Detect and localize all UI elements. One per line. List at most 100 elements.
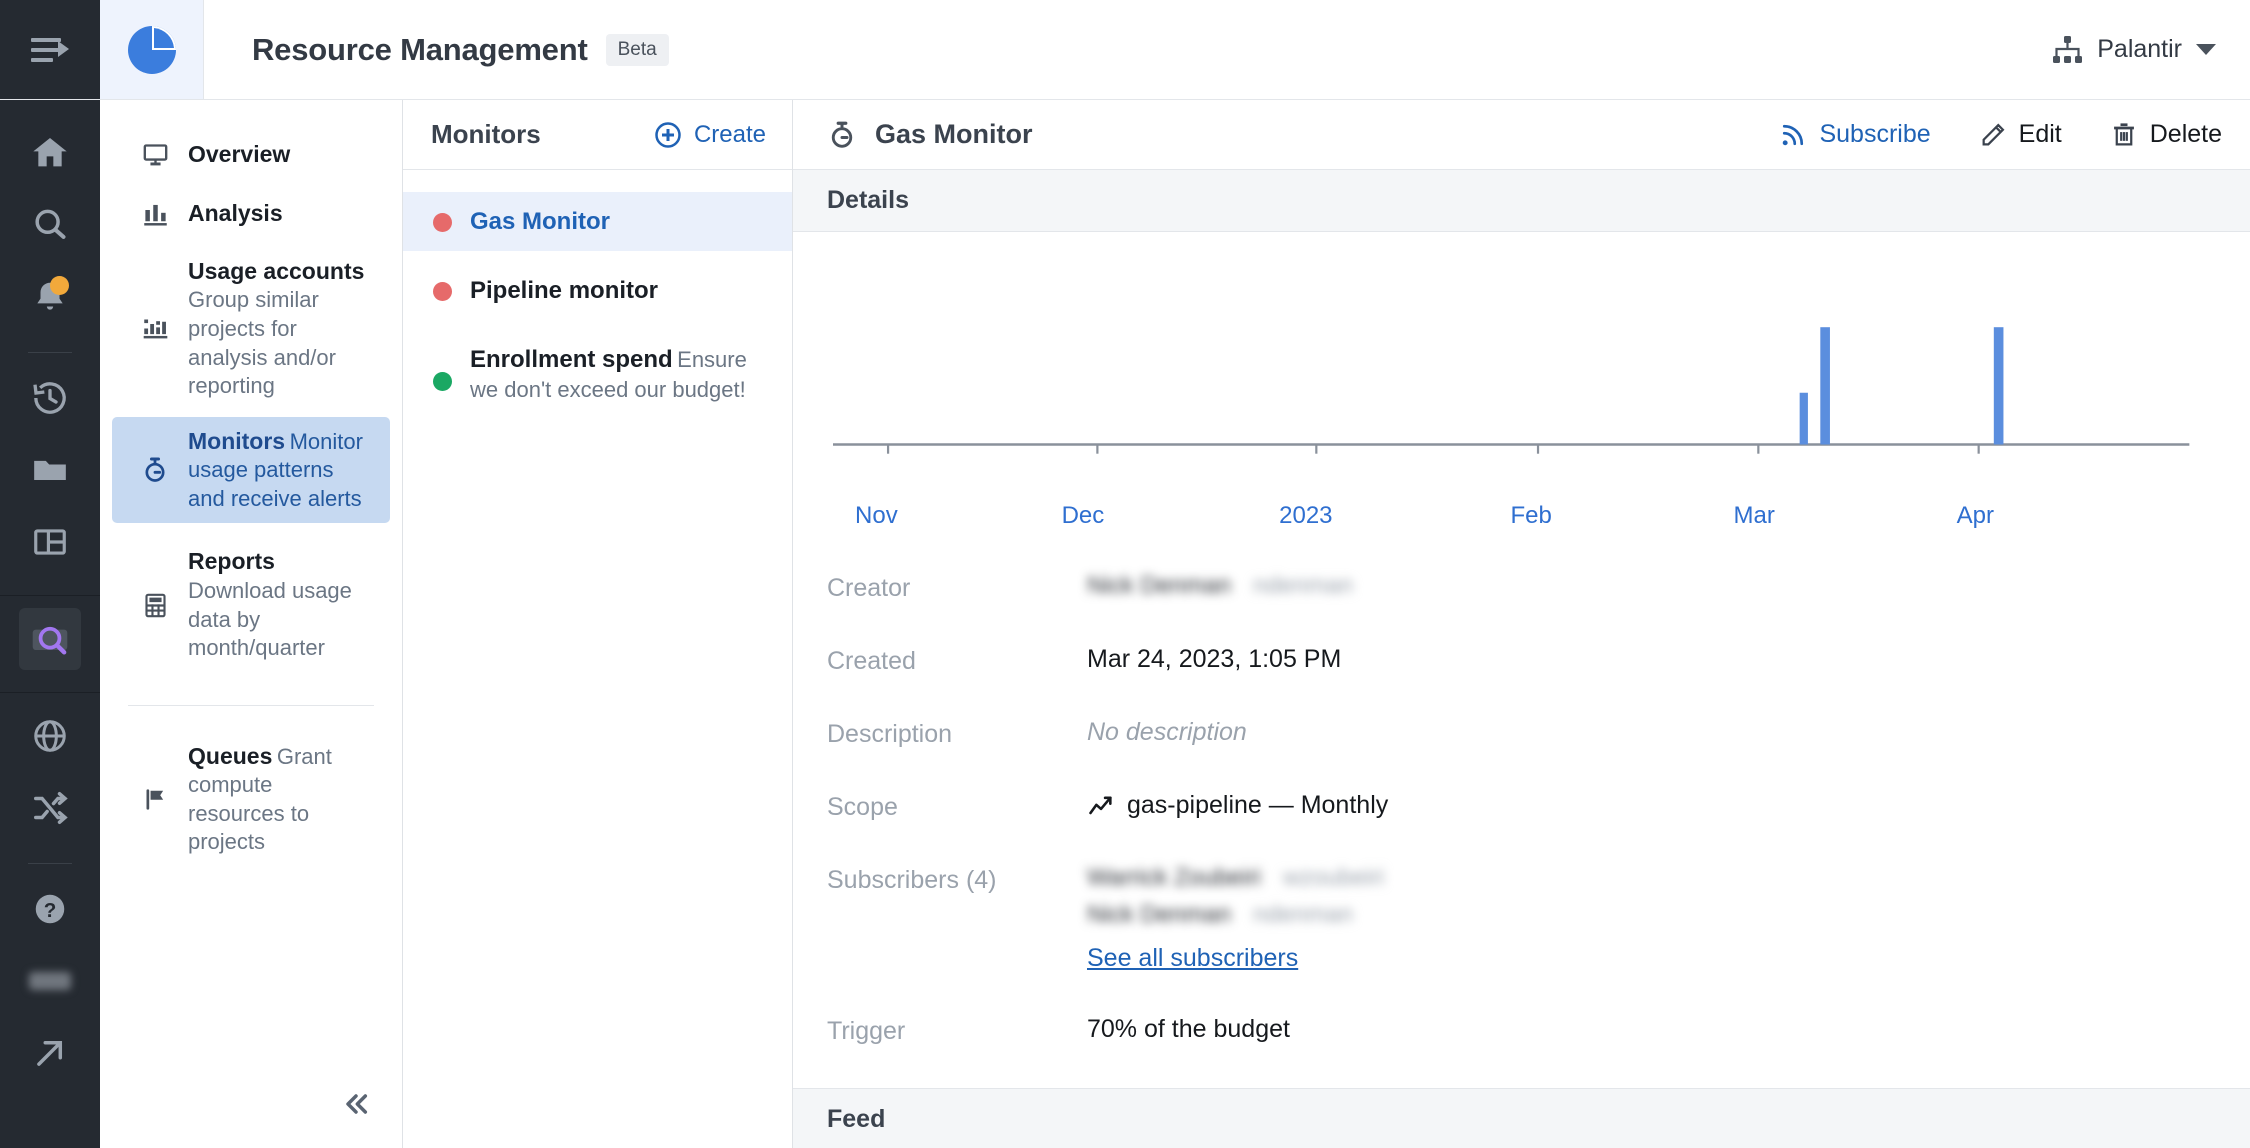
redacted-subscriber: Warrick Zoubeiri wzoubeiri	[1087, 864, 1385, 891]
detail-actions: Subscribe Edit Delete	[1779, 120, 2222, 149]
rail-divider	[28, 352, 72, 353]
flag-icon	[140, 786, 170, 813]
list-item[interactable]: Gas Monitor	[403, 192, 792, 252]
top-bar-rail	[0, 0, 100, 99]
subscribe-label: Subscribe	[1819, 120, 1931, 148]
monitor-name: Enrollment spend	[470, 346, 673, 374]
history-clock-icon[interactable]	[19, 367, 81, 429]
status-dot	[433, 282, 452, 302]
svg-text:?: ?	[44, 899, 57, 922]
primary-nav-sidebar: Overview Analysis Usage accounts Group s…	[100, 100, 403, 1148]
org-hierarchy-icon	[2053, 35, 2083, 63]
sidebar-item-label: Overview	[188, 141, 291, 167]
page-title: Resource Management	[252, 31, 588, 67]
detail-field-creator: Creator Nick Denman ndenman	[827, 572, 2250, 603]
search-icon[interactable]	[19, 194, 81, 256]
usage-chart-svg	[833, 327, 2190, 454]
usage-chart: Nov Dec 2023 Feb Mar Apr	[793, 232, 2250, 550]
x-axis-ticks	[886, 444, 1980, 454]
field-value: Warrick Zoubeiri wzoubeiri Nick Denman nde…	[1087, 864, 1384, 973]
x-tick-label: Nov	[855, 502, 898, 529]
rail-section-divider-2	[0, 692, 100, 693]
sidebar-item-reports[interactable]: Reports Download usage data by month/qua…	[112, 537, 390, 672]
x-tick-label: Dec	[1061, 502, 1105, 529]
stopwatch-icon	[140, 456, 170, 484]
field-key: Subscribers (4)	[827, 866, 997, 894]
detail-field-trigger: Trigger 70% of the budget	[827, 1015, 2250, 1046]
sidebar-item-usage-accounts[interactable]: Usage accounts Group similar projects fo…	[112, 247, 390, 411]
redacted-chip	[19, 950, 81, 1012]
sidebar-item-label: Reports	[188, 548, 275, 575]
notifications-bell-icon[interactable]	[19, 266, 81, 328]
field-key: Description	[827, 720, 953, 748]
pencil-icon	[1982, 123, 2005, 145]
monitors-list-header: Monitors Create	[403, 100, 792, 170]
detail-field-description: Description No description	[827, 718, 2250, 749]
delete-label: Delete	[2149, 120, 2222, 148]
detail-field-created: Created Mar 24, 2023, 1:05 PM	[827, 645, 2250, 676]
field-key: Trigger	[827, 1017, 906, 1045]
see-all-subscribers-link[interactable]: See all subscribers	[1087, 944, 1384, 973]
detail-title: Gas Monitor	[875, 119, 1033, 149]
details-field-list: Creator Nick Denman ndenman Created Mar 2…	[793, 550, 2250, 1088]
calculator-grid-icon	[140, 592, 170, 619]
stopwatch-icon	[831, 121, 853, 148]
redacted-creator: Nick Denman ndenman	[1087, 572, 1354, 599]
notification-badge-dot	[50, 276, 69, 295]
x-tick-label: Mar	[1733, 502, 1775, 529]
field-key: Created	[827, 647, 916, 675]
app-body: ? Overview Analysis Usage accounts Group…	[0, 100, 2250, 1148]
line-chart-icon	[1089, 796, 1112, 814]
shuffle-arrows-icon[interactable]	[19, 777, 81, 839]
sidebar-divider	[128, 704, 374, 706]
field-value: 70% of the budget	[1087, 1015, 1290, 1043]
edit-button[interactable]: Edit	[1979, 120, 2062, 149]
external-link-arrow-icon[interactable]	[19, 1022, 81, 1084]
status-dot	[433, 213, 452, 232]
sidebar-item-desc: Group similar projects for analysis and/…	[188, 287, 336, 399]
x-tick-label: Feb	[1510, 502, 1552, 529]
pie-chart-logo[interactable]	[100, 0, 204, 99]
create-monitor-button[interactable]: Create	[653, 120, 766, 150]
plus-circle-icon	[655, 121, 681, 148]
list-item[interactable]: Pipeline monitor	[403, 261, 792, 320]
status-dot	[433, 372, 452, 392]
sidebar-item-queues[interactable]: Queues Grant compute resources to projec…	[112, 732, 390, 867]
field-value: gas-pipeline — Monthly	[1087, 791, 1388, 820]
chart-x-labels: Nov Dec 2023 Feb Mar Apr	[833, 502, 2210, 544]
detail-field-subscribers: Subscribers (4) Warrick Zoubeiri wzoubeir…	[827, 864, 2250, 973]
list-item[interactable]: Enrollment spend Ensure we don't exceed …	[403, 330, 792, 418]
chevron-down-icon[interactable]	[2196, 44, 2216, 55]
beta-badge: Beta	[605, 33, 669, 66]
double-chevron-left-icon[interactable]	[332, 1080, 380, 1128]
sidebar-item-desc: Download usage data by month/quarter	[188, 577, 352, 661]
create-label: Create	[693, 120, 766, 148]
help-question-icon[interactable]: ?	[19, 878, 81, 940]
app-title-group: Resource Management Beta	[204, 0, 2051, 99]
trash-icon	[2113, 122, 2134, 145]
monitor-name: Gas Monitor	[470, 208, 611, 235]
field-key: Scope	[827, 793, 898, 821]
layout-panels-icon[interactable]	[19, 511, 81, 573]
delete-button[interactable]: Delete	[2110, 120, 2222, 149]
field-value: No description	[1087, 718, 1247, 746]
globe-icon[interactable]	[19, 705, 81, 767]
home-icon[interactable]	[19, 122, 81, 184]
usage-accounts-icon	[140, 315, 170, 342]
field-value: Mar 24, 2023, 1:05 PM	[1087, 645, 1342, 673]
top-bar: Resource Management Beta Palantir	[0, 0, 2250, 100]
hamburger-collapse-icon[interactable]	[31, 35, 69, 65]
sidebar-item-monitors[interactable]: Monitors Monitor usage patterns and rece…	[112, 416, 390, 524]
sidebar-item-analysis[interactable]: Analysis	[112, 187, 390, 240]
sidebar-item-overview[interactable]: Overview	[112, 128, 390, 181]
resource-search-icon[interactable]	[19, 608, 81, 670]
folder-icon[interactable]	[19, 439, 81, 501]
feed-section-heading: Feed	[793, 1088, 2250, 1148]
monitors-list: Gas Monitor Pipeline monitor Enrollment …	[403, 170, 792, 418]
detail-title-group: Gas Monitor	[827, 119, 1033, 150]
subscribe-button[interactable]: Subscribe	[1779, 120, 1931, 149]
detail-header: Gas Monitor Subscribe Edit Delete	[793, 100, 2250, 170]
org-switcher[interactable]: Palantir	[2051, 0, 2250, 99]
chart-bars	[1799, 327, 2004, 445]
detail-content: Details Nov Dec 2023 Feb Mar Apr Creator…	[793, 170, 2250, 1148]
